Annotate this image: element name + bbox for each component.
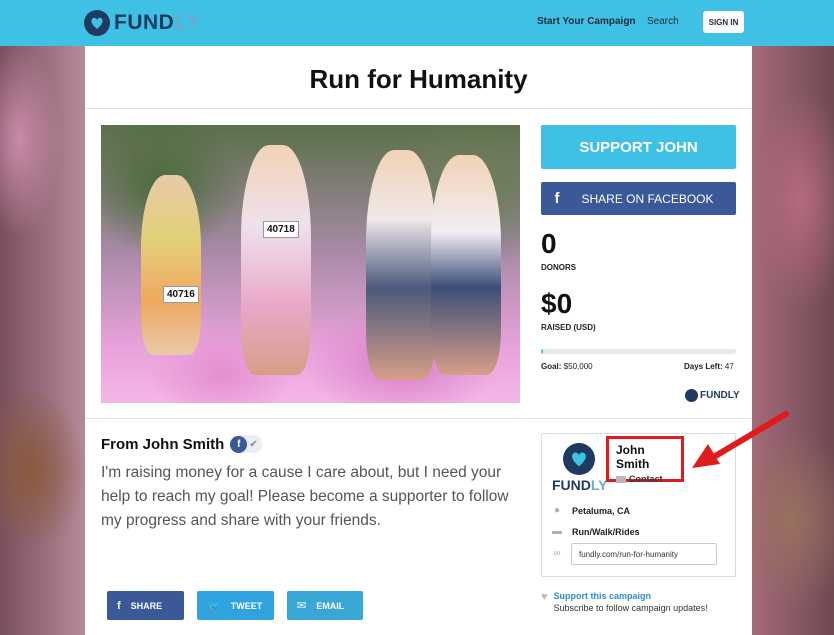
fundly-mini-icon xyxy=(685,389,698,402)
tweet-button[interactable]: 🐦 TWEET xyxy=(197,591,274,620)
red-arrow-annotation xyxy=(692,411,789,468)
fundly-logo-icon xyxy=(84,10,110,36)
runner-figure xyxy=(141,175,201,355)
support-button[interactable]: SUPPORT JOHN xyxy=(541,125,736,169)
facebook-share-button[interactable]: f SHARE xyxy=(107,591,184,620)
campaign-url-field[interactable]: fundly.com/run-for-humanity xyxy=(571,543,717,565)
subscribe-text: Subscribe to follow campaign updates! xyxy=(553,603,708,613)
days-left-text: Days Left: 47 xyxy=(684,362,734,371)
runner-figure xyxy=(431,155,501,375)
contact-link[interactable]: Contact xyxy=(616,474,681,484)
donors-count: 0 xyxy=(541,228,557,259)
sign-in-button[interactable]: SIGN IN xyxy=(703,11,744,33)
race-bib: 40716 xyxy=(163,286,199,303)
facebook-icon: f xyxy=(554,190,560,207)
facebook-verified-badge: f ✔ xyxy=(230,435,262,453)
check-icon: ✔ xyxy=(249,438,258,450)
fundly-logo-icon xyxy=(563,443,595,475)
owner-avatar-logo: FUNDLY xyxy=(552,443,608,493)
owner-category-row: ▬ Run/Walk/Rides xyxy=(552,526,640,537)
top-navigation-bar: FUNDLY Start Your Campaign Search SIGN I… xyxy=(0,0,834,46)
runner-figure xyxy=(241,145,311,375)
share-on-facebook-label: SHARE ON FACEBOOK xyxy=(581,191,714,206)
raised-label: RAISED (USD) xyxy=(541,323,596,332)
facebook-icon: f xyxy=(117,599,121,612)
search-link[interactable]: Search xyxy=(647,16,679,27)
funding-progress-bar xyxy=(541,349,736,354)
donors-label: DONORS xyxy=(541,263,577,272)
race-bib: 40718 xyxy=(263,221,299,238)
owner-name-highlight: John Smith Contact xyxy=(606,436,684,484)
story-heading: From John Smith f ✔ xyxy=(101,435,262,453)
share-buttons: f SHARE 🐦 TWEET ✉ EMAIL xyxy=(107,591,363,620)
from-heading-text: From John Smith xyxy=(101,435,225,453)
campaign-photo: 40718 40716 xyxy=(101,125,520,403)
twitter-bird-icon: 🐦 xyxy=(207,600,221,612)
fundly-logo[interactable]: FUNDLY xyxy=(84,10,200,36)
share-on-facebook-button[interactable]: f SHARE ON FACEBOOK xyxy=(541,182,736,215)
divider xyxy=(85,108,752,109)
envelope-icon: ✉ xyxy=(297,600,307,612)
shoe-icon: ▬ xyxy=(552,526,562,537)
campaign-panel: Run for Humanity 40718 40716 SUPPORT JOH… xyxy=(85,46,752,635)
envelope-icon xyxy=(616,475,626,483)
raised-amount: $0 xyxy=(541,288,573,319)
link-icon: ∞ xyxy=(553,548,561,559)
owner-location-row: ● Petaluma, CA xyxy=(553,505,631,516)
support-this-campaign-link[interactable]: Support this campaign xyxy=(554,591,708,601)
campaign-title: Run for Humanity xyxy=(309,64,528,94)
divider xyxy=(85,418,752,419)
start-campaign-link[interactable]: Start Your Campaign xyxy=(537,16,636,27)
email-button[interactable]: ✉ EMAIL xyxy=(287,591,363,620)
map-pin-icon: ● xyxy=(553,505,561,516)
facebook-icon: f xyxy=(230,435,248,453)
fundly-logo-text: FUNDLY xyxy=(552,477,608,493)
fundly-logo-text: FUNDLY xyxy=(114,11,201,34)
powered-by-fundly-logo: FUNDLY xyxy=(685,389,740,402)
campaign-description: I'm raising money for a cause I care abo… xyxy=(101,464,509,529)
progress-fill xyxy=(541,349,543,354)
heart-icon: ♥ xyxy=(541,591,548,603)
runner-figure xyxy=(366,150,436,380)
subscribe-section: ♥ Support this campaign Subscribe to fol… xyxy=(541,591,708,613)
owner-name[interactable]: John Smith xyxy=(616,443,681,471)
goal-text: Goal: $50,000 xyxy=(541,362,593,371)
